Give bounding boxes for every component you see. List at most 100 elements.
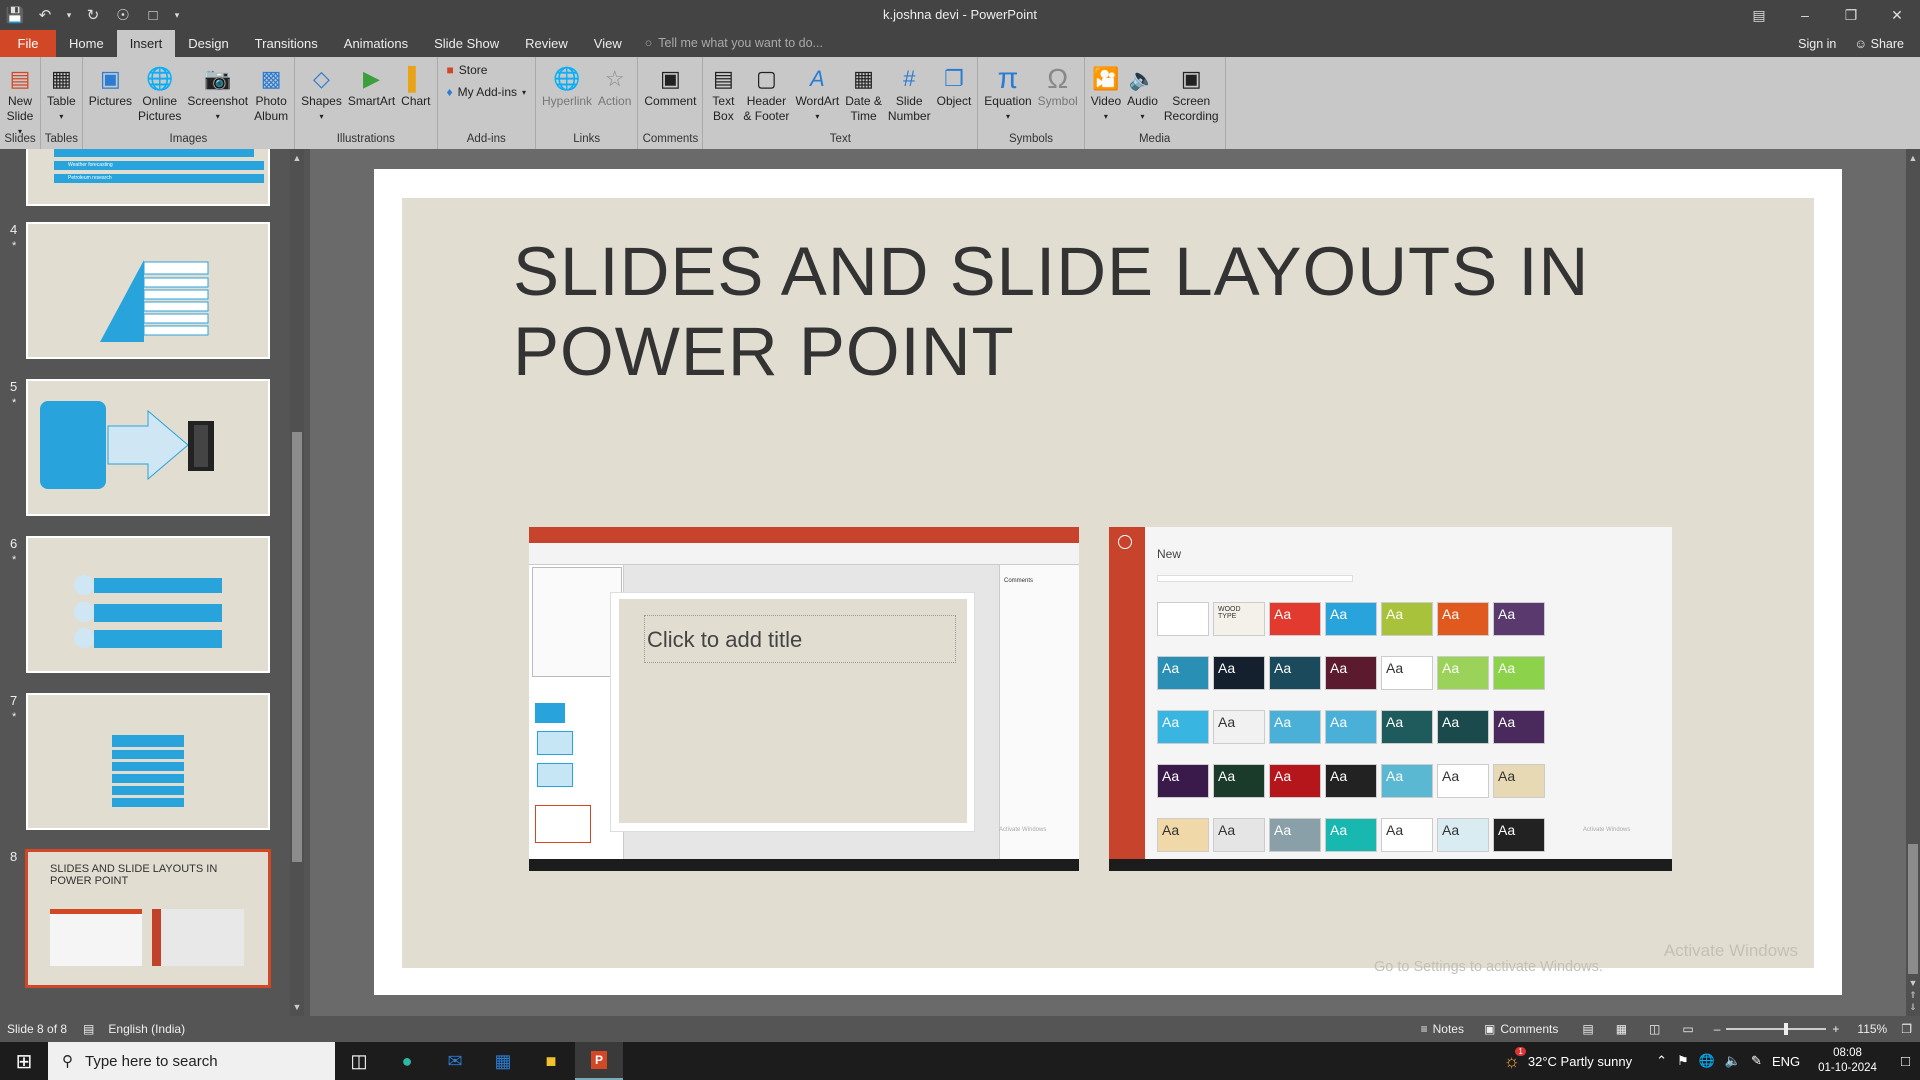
header-footer-button[interactable]: ▢ Header & Footer — [740, 63, 792, 124]
network-icon[interactable]: 🌐 — [1699, 1053, 1715, 1069]
template-tile[interactable]: Aa — [1493, 818, 1545, 852]
tab-animations[interactable]: Animations — [331, 30, 421, 57]
template-tile[interactable]: Aa — [1325, 656, 1377, 690]
video-button[interactable]: 🎦 Video ▾ — [1088, 63, 1124, 124]
powerpoint-taskbar-icon[interactable]: P — [575, 1042, 623, 1080]
template-tile[interactable]: Aa — [1437, 602, 1489, 636]
template-tile[interactable]: Aa — [1437, 656, 1489, 690]
input-language[interactable]: ENG — [1772, 1054, 1800, 1069]
template-tile[interactable]: Aa — [1269, 710, 1321, 744]
scroll-thumb[interactable] — [1908, 844, 1918, 974]
template-tile[interactable]: Aa — [1157, 656, 1209, 690]
scroll-up-icon[interactable]: ▲ — [290, 151, 304, 165]
chart-button[interactable]: ▌ Chart — [398, 63, 433, 109]
template-tile[interactable]: Aa — [1325, 710, 1377, 744]
undo-icon[interactable]: ↶ — [30, 0, 60, 30]
clock[interactable]: 08:08 01-10-2024 — [1818, 1046, 1877, 1076]
undo-dropdown-icon[interactable]: ▾ — [60, 0, 78, 30]
zoom-slider-thumb[interactable] — [1784, 1023, 1789, 1035]
scroll-up-icon[interactable]: ▲ — [1906, 151, 1920, 165]
fit-slide-icon[interactable]: ❐ — [1901, 1022, 1912, 1036]
template-tile[interactable]: Aa — [1437, 764, 1489, 798]
slide-thumbnail-3[interactable]: Weather forecasting Petroleum research — [26, 149, 270, 206]
slide-sorter-icon[interactable]: ▦ — [1616, 1022, 1627, 1036]
template-tile[interactable]: Aa — [1493, 656, 1545, 690]
template-tile[interactable]: Aa — [1493, 710, 1545, 744]
notifications-icon[interactable]: □ — [1901, 1053, 1910, 1070]
thumbnail-scrollbar[interactable]: ▲ ▼ — [290, 149, 304, 1016]
slide-title[interactable]: SLIDES AND SLIDE LAYOUTS IN POWER POINT — [513, 232, 1613, 392]
template-tile[interactable]: Aa — [1381, 656, 1433, 690]
new-slide-button[interactable]: ▤ New Slide ▾ — [3, 63, 37, 139]
tab-transitions[interactable]: Transitions — [242, 30, 331, 57]
action-button[interactable]: ☆ Action — [595, 63, 634, 109]
show-hidden-icons-icon[interactable]: ⌃ — [1656, 1053, 1667, 1069]
template-tile[interactable]: Aa — [1213, 656, 1265, 690]
security-icon[interactable]: ⚑ — [1677, 1053, 1689, 1069]
template-tile[interactable]: Aa — [1213, 710, 1265, 744]
slide-image-new-templates[interactable]: New WOOD TYPE Aa Aa Aa Aa Aa Aa Aa Aa Aa Aa Aa Aa Aa A… — [1109, 527, 1672, 871]
photo-album-button[interactable]: ▩ Photo Album — [251, 63, 291, 124]
slide-thumbnail-4[interactable] — [26, 222, 270, 359]
online-pictures-button[interactable]: 🌐 Online Pictures — [135, 63, 184, 124]
tab-home[interactable]: Home — [56, 30, 117, 57]
scroll-down-icon[interactable]: ▼ — [290, 1000, 304, 1014]
template-tile[interactable]: Aa — [1269, 656, 1321, 690]
template-tile[interactable]: Aa — [1325, 764, 1377, 798]
template-tile[interactable]: Aa — [1493, 602, 1545, 636]
pen-icon[interactable]: ✎ — [1751, 1053, 1762, 1069]
windows-start-icon[interactable]: ⊞ — [0, 1042, 48, 1080]
slide-image-powerpoint-layouts[interactable]: Click to add title Comments Activate Win… — [529, 527, 1079, 871]
reading-view-icon[interactable]: ◫ — [1649, 1022, 1660, 1036]
symbol-button[interactable]: Ω Symbol — [1035, 63, 1081, 109]
slide-number-button[interactable]: # Slide Number — [885, 63, 934, 124]
task-view-icon[interactable]: ◫ — [335, 1042, 383, 1080]
edge-icon[interactable]: ● — [383, 1042, 431, 1080]
mail-icon[interactable]: ✉ — [431, 1042, 479, 1080]
template-tile[interactable] — [1157, 602, 1209, 636]
equation-button[interactable]: π Equation ▾ — [981, 63, 1034, 124]
wordart-button[interactable]: A WordArt ▾ — [792, 63, 842, 124]
screen-recording-button[interactable]: ▣ Screen Recording — [1161, 63, 1222, 124]
table-button[interactable]: ▦ Table ▾ — [44, 63, 79, 124]
next-slide-icon[interactable]: ⇓ — [1906, 1000, 1920, 1014]
template-tile[interactable]: Aa — [1493, 764, 1545, 798]
hyperlink-button[interactable]: 🌐 Hyperlink — [539, 63, 595, 109]
template-tile[interactable]: Aa — [1213, 818, 1265, 852]
tab-review[interactable]: Review — [512, 30, 581, 57]
tab-slide-show[interactable]: Slide Show — [421, 30, 512, 57]
slide-thumbnail-7[interactable] — [26, 693, 270, 830]
weather-widget[interactable]: ☼ 1 32°C Partly sunny — [1503, 1046, 1632, 1072]
spell-check-icon[interactable]: ▤ — [83, 1022, 94, 1036]
ribbon-display-options-icon[interactable]: ▤ — [1736, 0, 1782, 30]
shapes-button[interactable]: ◇ Shapes ▾ — [298, 63, 345, 124]
pictures-button[interactable]: ▣ Pictures — [86, 63, 135, 109]
zoom-in-icon[interactable]: + — [1832, 1022, 1839, 1036]
template-tile[interactable]: Aa — [1381, 818, 1433, 852]
store-button[interactable]: ■ Store — [447, 63, 527, 77]
my-addins-button[interactable]: ♦ My Add-ins ▾ — [447, 85, 527, 99]
template-tile[interactable]: Aa — [1269, 602, 1321, 636]
zoom-slider[interactable] — [1726, 1023, 1827, 1035]
template-tile[interactable]: Aa — [1157, 764, 1209, 798]
slide-thumbnail-8[interactable]: SLIDES AND SLIDE LAYOUTS IN POWER POINT — [25, 849, 271, 988]
sign-in-link[interactable]: Sign in — [1798, 37, 1836, 51]
date-time-button[interactable]: ▦ Date & Time — [842, 63, 885, 124]
template-tile[interactable]: Aa — [1157, 710, 1209, 744]
text-box-button[interactable]: ▤ Text Box — [706, 63, 740, 124]
tab-insert[interactable]: Insert — [116, 30, 176, 57]
smartart-button[interactable]: ▶ SmartArt — [345, 63, 398, 109]
save-icon[interactable]: 💾 — [0, 0, 30, 30]
zoom-out-icon[interactable]: – — [1714, 1022, 1721, 1036]
close-icon[interactable]: ✕ — [1874, 0, 1920, 30]
screenshot-button[interactable]: 📷 Screenshot ▾ — [184, 63, 251, 124]
tab-file[interactable]: File — [0, 30, 56, 57]
zoom-level[interactable]: 115% — [1857, 1022, 1887, 1036]
template-tile[interactable]: Aa — [1325, 602, 1377, 636]
volume-icon[interactable]: 🔈 — [1725, 1053, 1741, 1069]
file-explorer-icon[interactable]: ■ — [527, 1042, 575, 1080]
object-button[interactable]: ❐ Object — [934, 63, 975, 109]
slide-scrollbar[interactable]: ▲ ▼ ⇑ ⇓ — [1906, 149, 1920, 1016]
redo-icon[interactable]: ↻ — [78, 0, 108, 30]
share-button[interactable]: ☺ Share — [1854, 37, 1904, 51]
